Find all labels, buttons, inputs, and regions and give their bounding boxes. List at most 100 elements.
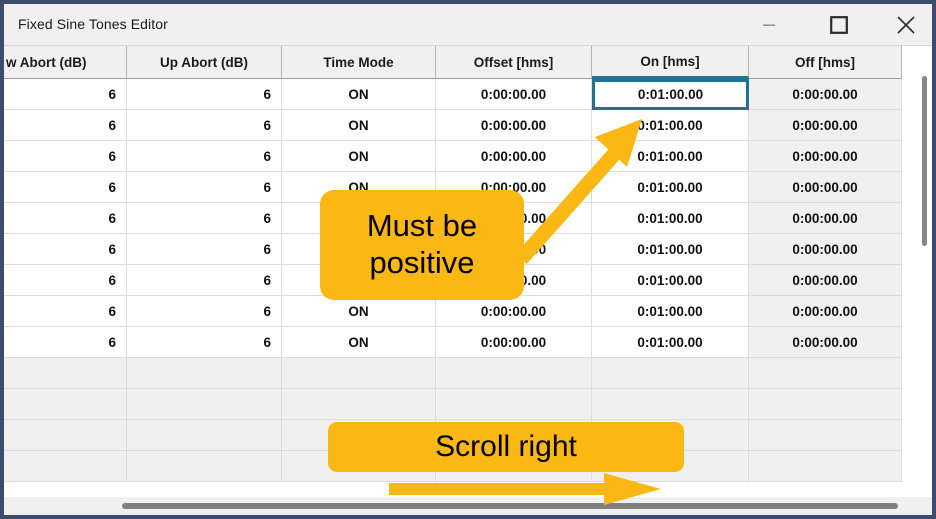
cell-value: 6 bbox=[108, 180, 116, 195]
table-cell-empty[interactable] bbox=[592, 358, 749, 389]
table-cell[interactable]: 6 bbox=[4, 172, 127, 203]
table-cell[interactable]: ON bbox=[282, 110, 436, 141]
table-cell-empty[interactable] bbox=[282, 389, 436, 420]
column-header-5[interactable]: On [hms] bbox=[592, 46, 749, 79]
column-header-2[interactable]: Up Abort (dB) bbox=[127, 46, 282, 79]
table-cell[interactable]: 0:00:00.00 bbox=[749, 234, 902, 265]
table-cell[interactable]: ON bbox=[282, 296, 436, 327]
table-row[interactable]: 66ON0:00:00.000:01:00.000:00:00.00 bbox=[4, 327, 902, 358]
close-button[interactable] bbox=[880, 4, 932, 45]
table-cell-empty[interactable] bbox=[282, 358, 436, 389]
close-icon bbox=[896, 15, 916, 35]
column-header-label: Off [hms] bbox=[795, 55, 855, 70]
table-cell[interactable]: 0:00:00.00 bbox=[749, 265, 902, 296]
table-row[interactable]: 66ON0:00:00.000:01:00.000:00:00.00 bbox=[4, 141, 902, 172]
table-cell-empty[interactable] bbox=[749, 389, 902, 420]
table-cell-empty[interactable] bbox=[4, 451, 127, 482]
table-cell[interactable]: 0:00:00.00 bbox=[749, 327, 902, 358]
table-row-empty[interactable] bbox=[4, 358, 902, 389]
table-row[interactable]: 66ON0:00:00.000:01:00.000:00:00.00 bbox=[4, 110, 902, 141]
cell-value: 6 bbox=[108, 273, 116, 288]
table-cell[interactable]: 6 bbox=[4, 265, 127, 296]
table-cell[interactable]: 0:00:00.00 bbox=[436, 296, 592, 327]
table-cell[interactable]: 6 bbox=[4, 327, 127, 358]
vertical-scrollbar-thumb[interactable] bbox=[922, 76, 927, 246]
table-cell[interactable]: 0:01:00.00 bbox=[592, 265, 749, 296]
table-cell[interactable]: 6 bbox=[127, 79, 282, 110]
table-cell-empty[interactable] bbox=[127, 451, 282, 482]
table-cell[interactable]: 6 bbox=[4, 234, 127, 265]
table-cell[interactable]: 0:01:00.00 bbox=[592, 141, 749, 172]
table-row[interactable]: 66ON0:00:00.000:01:00.000:00:00.00 bbox=[4, 296, 902, 327]
table-cell[interactable]: 0:01:00.00 bbox=[592, 172, 749, 203]
table-cell-empty[interactable] bbox=[4, 358, 127, 389]
table-row-empty[interactable] bbox=[4, 389, 902, 420]
table-cell[interactable]: 6 bbox=[4, 203, 127, 234]
table-cell[interactable]: 6 bbox=[127, 296, 282, 327]
table-cell[interactable]: 6 bbox=[127, 203, 282, 234]
table-cell[interactable]: 6 bbox=[127, 141, 282, 172]
table-cell[interactable]: 6 bbox=[4, 79, 127, 110]
table-cell[interactable]: 0:00:00.00 bbox=[749, 172, 902, 203]
column-header-6[interactable]: Off [hms] bbox=[749, 46, 902, 79]
table-cell[interactable]: 0:01:00.00 bbox=[592, 296, 749, 327]
cell-value: 6 bbox=[108, 304, 116, 319]
maximize-button[interactable] bbox=[809, 4, 869, 45]
table-cell-empty[interactable] bbox=[4, 389, 127, 420]
table-cell[interactable]: 6 bbox=[4, 141, 127, 172]
table-cell-empty[interactable] bbox=[749, 358, 902, 389]
cell-value: 0:00:00.00 bbox=[792, 87, 857, 102]
table-cell[interactable]: 0:00:00.00 bbox=[749, 296, 902, 327]
table-cell-empty[interactable] bbox=[436, 358, 592, 389]
table-cell[interactable]: 0:00:00.00 bbox=[749, 141, 902, 172]
table-cell[interactable]: 6 bbox=[4, 110, 127, 141]
callout-positive-line1: Must be bbox=[367, 208, 477, 245]
table-cell-empty[interactable] bbox=[4, 420, 127, 451]
column-header-label: Offset [hms] bbox=[474, 55, 554, 70]
table-cell-empty[interactable] bbox=[127, 420, 282, 451]
table-cell[interactable]: 0:00:00.00 bbox=[436, 141, 592, 172]
table-cell[interactable]: 6 bbox=[127, 327, 282, 358]
table-cell[interactable]: ON bbox=[282, 141, 436, 172]
table-cell-empty[interactable] bbox=[127, 389, 282, 420]
table-cell[interactable]: 6 bbox=[127, 265, 282, 296]
window-title: Fixed Sine Tones Editor bbox=[18, 16, 168, 32]
table-cell[interactable]: ON bbox=[282, 79, 436, 110]
table-row[interactable]: 66ON0:00:00.000:01:00.000:00:00.00 bbox=[4, 79, 902, 110]
callout-positive-line2: positive bbox=[367, 245, 477, 282]
cell-value: 6 bbox=[108, 149, 116, 164]
cell-value: 0:01:00.00 bbox=[637, 211, 702, 226]
table-cell[interactable]: 6 bbox=[4, 296, 127, 327]
column-header-1[interactable]: w Abort (dB) bbox=[4, 46, 127, 79]
cell-value: 0:00:00.00 bbox=[792, 211, 857, 226]
table-cell[interactable]: 6 bbox=[127, 234, 282, 265]
table-cell[interactable]: 0:00:00.00 bbox=[749, 79, 902, 110]
cell-value: 0:01:00.00 bbox=[637, 273, 702, 288]
table-cell-empty[interactable] bbox=[127, 358, 282, 389]
table-cell[interactable]: 0:01:00.00 bbox=[592, 327, 749, 358]
minimize-button[interactable] bbox=[739, 4, 799, 45]
table-cell[interactable]: 6 bbox=[127, 110, 282, 141]
table-cell[interactable]: ON bbox=[282, 327, 436, 358]
selected-cell[interactable]: 0:01:00.00 bbox=[592, 79, 749, 110]
column-header-3[interactable]: Time Mode bbox=[282, 46, 436, 79]
table-cell[interactable]: 6 bbox=[127, 172, 282, 203]
table-cell[interactable]: 0:00:00.00 bbox=[436, 327, 592, 358]
table-cell-empty[interactable] bbox=[436, 389, 592, 420]
table-cell[interactable]: 0:01:00.00 bbox=[592, 110, 749, 141]
callout-must-be-positive: Must be positive bbox=[320, 190, 524, 300]
table-cell-empty[interactable] bbox=[749, 420, 902, 451]
table-cell[interactable]: 0:01:00.00 bbox=[592, 203, 749, 234]
table-cell[interactable]: 0:00:00.00 bbox=[749, 110, 902, 141]
horizontal-scrollbar-thumb[interactable] bbox=[122, 503, 898, 509]
cell-value: 0:00:00.00 bbox=[792, 335, 857, 350]
table-cell[interactable]: 0:00:00.00 bbox=[749, 203, 902, 234]
table-cell[interactable]: 0:00:00.00 bbox=[436, 79, 592, 110]
table-cell-empty[interactable] bbox=[749, 451, 902, 482]
table-cell-empty[interactable] bbox=[592, 389, 749, 420]
vertical-scrollbar[interactable] bbox=[918, 46, 932, 496]
column-header-4[interactable]: Offset [hms] bbox=[436, 46, 592, 79]
cell-value: 0:00:00.00 bbox=[481, 304, 546, 319]
table-cell[interactable]: 0:00:00.00 bbox=[436, 110, 592, 141]
table-cell[interactable]: 0:01:00.00 bbox=[592, 234, 749, 265]
